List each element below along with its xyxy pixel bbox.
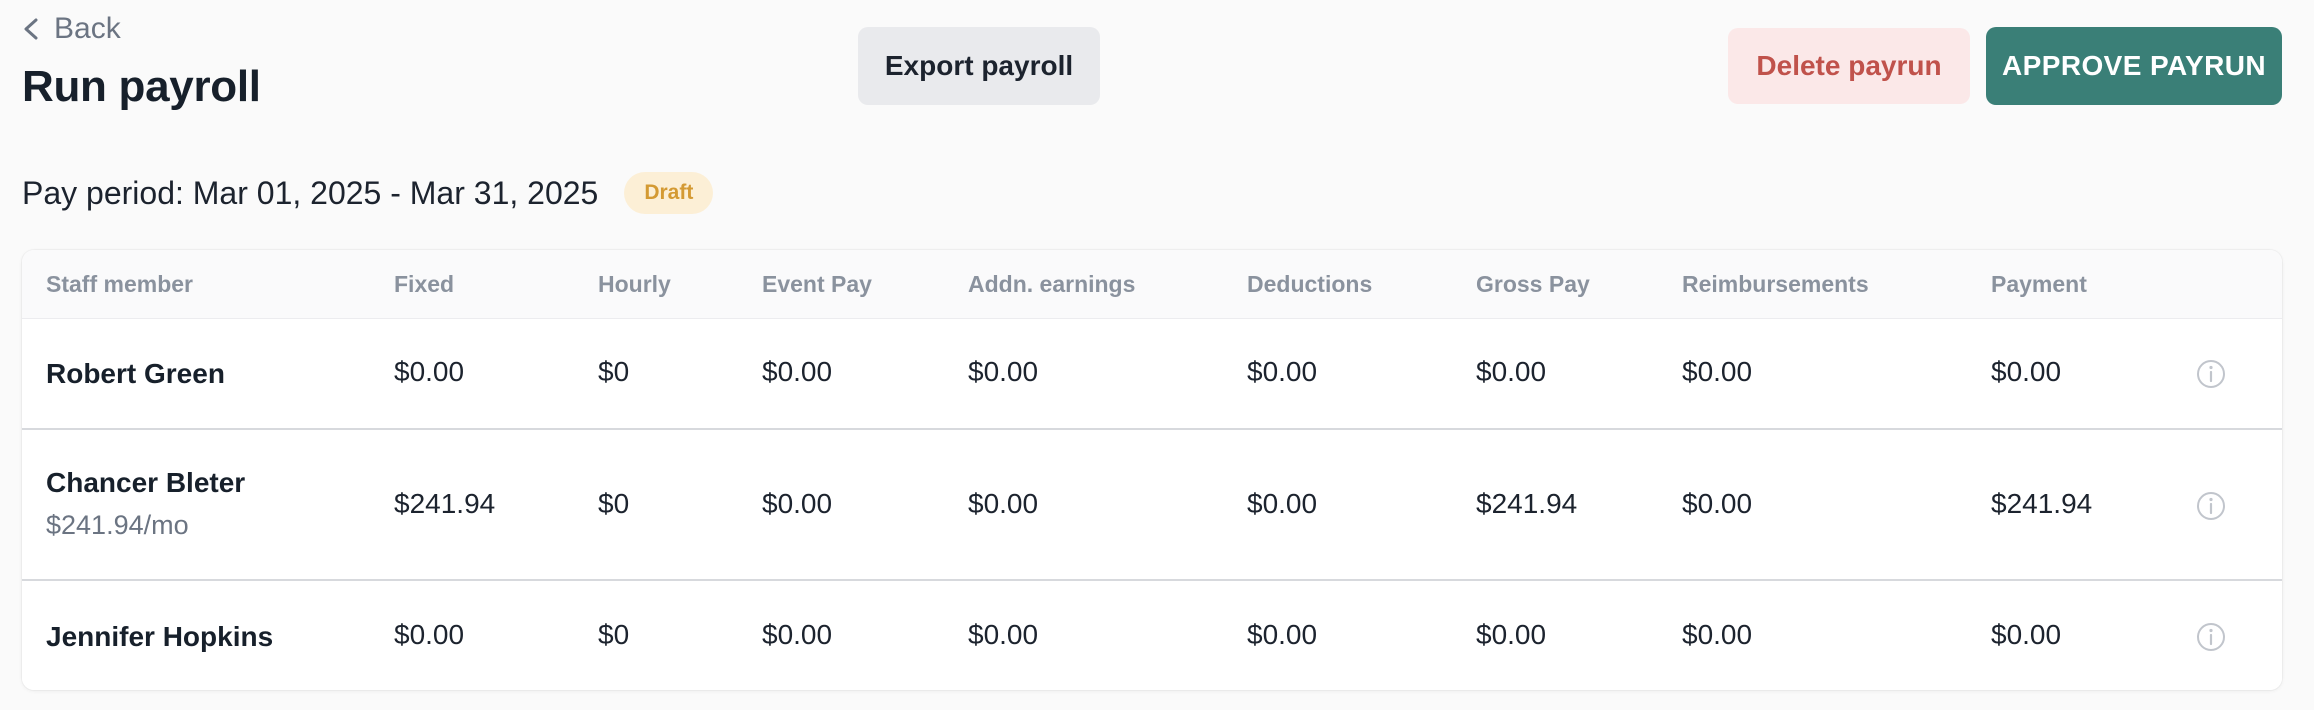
column-header-staff-member: Staff member bbox=[46, 271, 193, 297]
staff-name: Jennifer Hopkins bbox=[46, 621, 274, 652]
reimbursements-cell: $0.00 bbox=[1682, 356, 1753, 387]
info-icon[interactable] bbox=[2196, 622, 2226, 652]
chevron-left-icon bbox=[24, 18, 38, 40]
addn-earnings-cell: $0.00 bbox=[968, 356, 1039, 387]
table-header: Staff member Fixed Hourly Event Pay Addn… bbox=[22, 250, 2282, 319]
gross-pay-cell: $0.00 bbox=[1476, 356, 1547, 387]
column-header-event-pay: Event Pay bbox=[762, 271, 872, 297]
deductions-cell: $0.00 bbox=[1247, 488, 1318, 519]
column-header-deductions: Deductions bbox=[1247, 271, 1373, 297]
reimbursements-cell: $0.00 bbox=[1682, 619, 1753, 650]
gross-pay-cell: $0.00 bbox=[1476, 619, 1547, 650]
export-payroll-button[interactable]: Export payroll bbox=[858, 27, 1100, 105]
hourly-cell: $0 bbox=[598, 619, 630, 650]
hourly-cell: $0 bbox=[598, 356, 630, 387]
fixed-cell: $0.00 bbox=[394, 356, 465, 387]
deductions-cell: $0.00 bbox=[1247, 619, 1318, 650]
addn-earnings-cell: $0.00 bbox=[968, 619, 1039, 650]
staff-name: Robert Green bbox=[46, 358, 225, 389]
column-header-reimbursements: Reimbursements bbox=[1682, 271, 1869, 297]
column-header-fixed: Fixed bbox=[394, 271, 455, 297]
addn-earnings-cell: $0.00 bbox=[968, 488, 1039, 519]
delete-payrun-button[interactable]: Delete payrun bbox=[1728, 28, 1970, 104]
approve-payrun-button[interactable]: APPROVE PAYRUN bbox=[1986, 27, 2282, 105]
info-icon[interactable] bbox=[2196, 491, 2226, 521]
column-header-addn-earnings: Addn. earnings bbox=[968, 271, 1136, 297]
reimbursements-cell: $0.00 bbox=[1682, 488, 1753, 519]
payment-cell: $241.94 bbox=[1991, 488, 2093, 519]
payroll-page: Back Run payroll Export payroll Delete p… bbox=[0, 0, 2314, 710]
column-header-gross-pay: Gross Pay bbox=[1476, 271, 1590, 297]
status-badge: Draft bbox=[624, 172, 714, 214]
fixed-cell: $0.00 bbox=[394, 619, 465, 650]
back-link[interactable]: Back bbox=[22, 12, 121, 46]
event-pay-cell: $0.00 bbox=[762, 488, 833, 519]
staff-name: Chancer Bleter bbox=[46, 467, 246, 498]
pay-period: Pay period: Mar 01, 2025 - Mar 31, 2025 … bbox=[22, 172, 714, 214]
table-row[interactable]: Robert Green $0.00 $0 $0.00 $0.00 $0.00 … bbox=[22, 319, 2282, 430]
payment-cell: $0.00 bbox=[1991, 356, 2062, 387]
page-title: Run payroll bbox=[22, 62, 261, 111]
hourly-cell: $0 bbox=[598, 488, 630, 519]
column-header-hourly: Hourly bbox=[598, 271, 671, 297]
event-pay-cell: $0.00 bbox=[762, 356, 833, 387]
gross-pay-cell: $241.94 bbox=[1476, 488, 1578, 519]
event-pay-cell: $0.00 bbox=[762, 619, 833, 650]
table-row[interactable]: Jennifer Hopkins $0.00 $0 $0.00 $0.00 $0… bbox=[22, 581, 2282, 690]
back-label: Back bbox=[54, 12, 121, 45]
info-icon[interactable] bbox=[2196, 359, 2226, 389]
pay-period-text: Pay period: Mar 01, 2025 - Mar 31, 2025 bbox=[22, 174, 599, 211]
pay-rate: $241.94/mo bbox=[46, 510, 189, 540]
deductions-cell: $0.00 bbox=[1247, 356, 1318, 387]
table-row[interactable]: Chancer Bleter $241.94/mo $241.94 $0 $0.… bbox=[22, 430, 2282, 581]
fixed-cell: $241.94 bbox=[394, 488, 496, 519]
payroll-table: Staff member Fixed Hourly Event Pay Addn… bbox=[22, 250, 2282, 690]
column-header-payment: Payment bbox=[1991, 271, 2087, 297]
payment-cell: $0.00 bbox=[1991, 619, 2062, 650]
